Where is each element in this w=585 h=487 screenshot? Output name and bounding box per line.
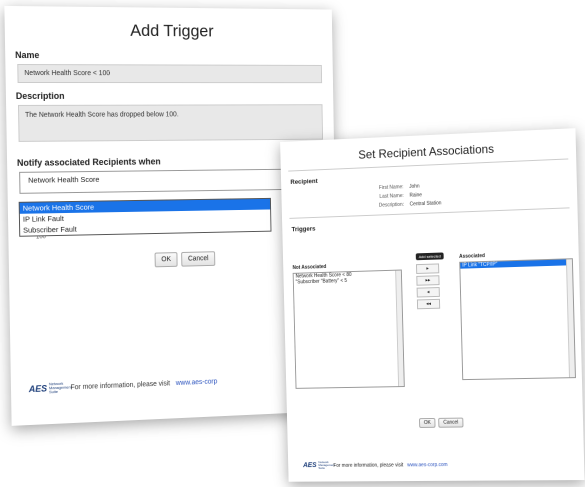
- dialog-title: Set Recipient Associations: [358, 141, 495, 162]
- notify-select[interactable]: Network Health Score: [19, 168, 324, 194]
- transfer-buttons: Add selected ▸ ▸▸ ◂ ◂◂: [415, 252, 445, 310]
- add-selected-tooltip: Add selected: [415, 252, 444, 261]
- name-input[interactable]: Network Health Score < 100: [17, 64, 323, 84]
- add-all-button[interactable]: ▸▸: [416, 275, 440, 286]
- ok-button[interactable]: OK: [418, 417, 436, 428]
- not-associated-column: Not Associated Network Health Score < 80…: [292, 262, 405, 389]
- footer-text: For more information, please visit: [70, 379, 171, 391]
- triggers-label: Triggers: [291, 225, 316, 234]
- field-value: Central Station: [409, 200, 442, 208]
- aes-logo: AES Network Management Suite: [303, 460, 335, 470]
- description-input[interactable]: The Network Health Score has dropped bel…: [17, 104, 324, 142]
- associated-column: Associated IP Link "TCP/IP": [459, 250, 576, 381]
- footer: AES Network Management Suite For more in…: [303, 460, 448, 470]
- cancel-button[interactable]: Cancel: [438, 417, 464, 428]
- associated-list[interactable]: IP Link "TCP/IP": [459, 258, 576, 381]
- field-key: Description:: [378, 201, 405, 209]
- not-associated-list[interactable]: Network Health Score < 80 "Subscriber "B…: [292, 269, 405, 389]
- logo-subtitle: Network Management Suite: [48, 380, 72, 395]
- scrollbar[interactable]: [565, 259, 575, 378]
- cancel-button[interactable]: Cancel: [181, 251, 216, 267]
- list-item[interactable]: IP Link "TCP/IP": [460, 259, 573, 269]
- logo-mark: AES: [303, 462, 317, 470]
- ok-button[interactable]: OK: [154, 252, 178, 268]
- remove-selected-button[interactable]: ◂: [416, 287, 440, 298]
- logo-mark: AES: [28, 383, 48, 395]
- dialog-title: Add Trigger: [130, 21, 214, 41]
- field-value: John: [409, 183, 420, 190]
- scrollbar[interactable]: [395, 270, 404, 387]
- footer-link[interactable]: www.aes-corp: [176, 378, 218, 387]
- footer: AES Network Management Suite For more in…: [29, 376, 218, 396]
- description-label: Description: [15, 90, 65, 101]
- footer-link[interactable]: www.aes-corp.com: [407, 462, 448, 468]
- footer-text: For more information, please visit: [333, 461, 404, 469]
- button-row: OK Cancel: [418, 417, 464, 428]
- notify-select-value: Network Health Score: [28, 174, 100, 185]
- field-value: Raine: [409, 192, 423, 199]
- add-selected-button[interactable]: ▸: [416, 263, 440, 274]
- notify-dropdown: Network Health Score IP Link Fault Subsc…: [18, 197, 272, 237]
- name-label: Name: [15, 50, 40, 61]
- logo-subtitle: Network Management Suite: [318, 460, 335, 470]
- set-recipient-dialog: Set Recipient Associations Recipient Fir…: [280, 128, 585, 482]
- button-row: OK Cancel: [154, 251, 216, 268]
- remove-all-button[interactable]: ◂◂: [416, 298, 441, 310]
- aes-logo: AES Network Management Suite: [28, 380, 72, 395]
